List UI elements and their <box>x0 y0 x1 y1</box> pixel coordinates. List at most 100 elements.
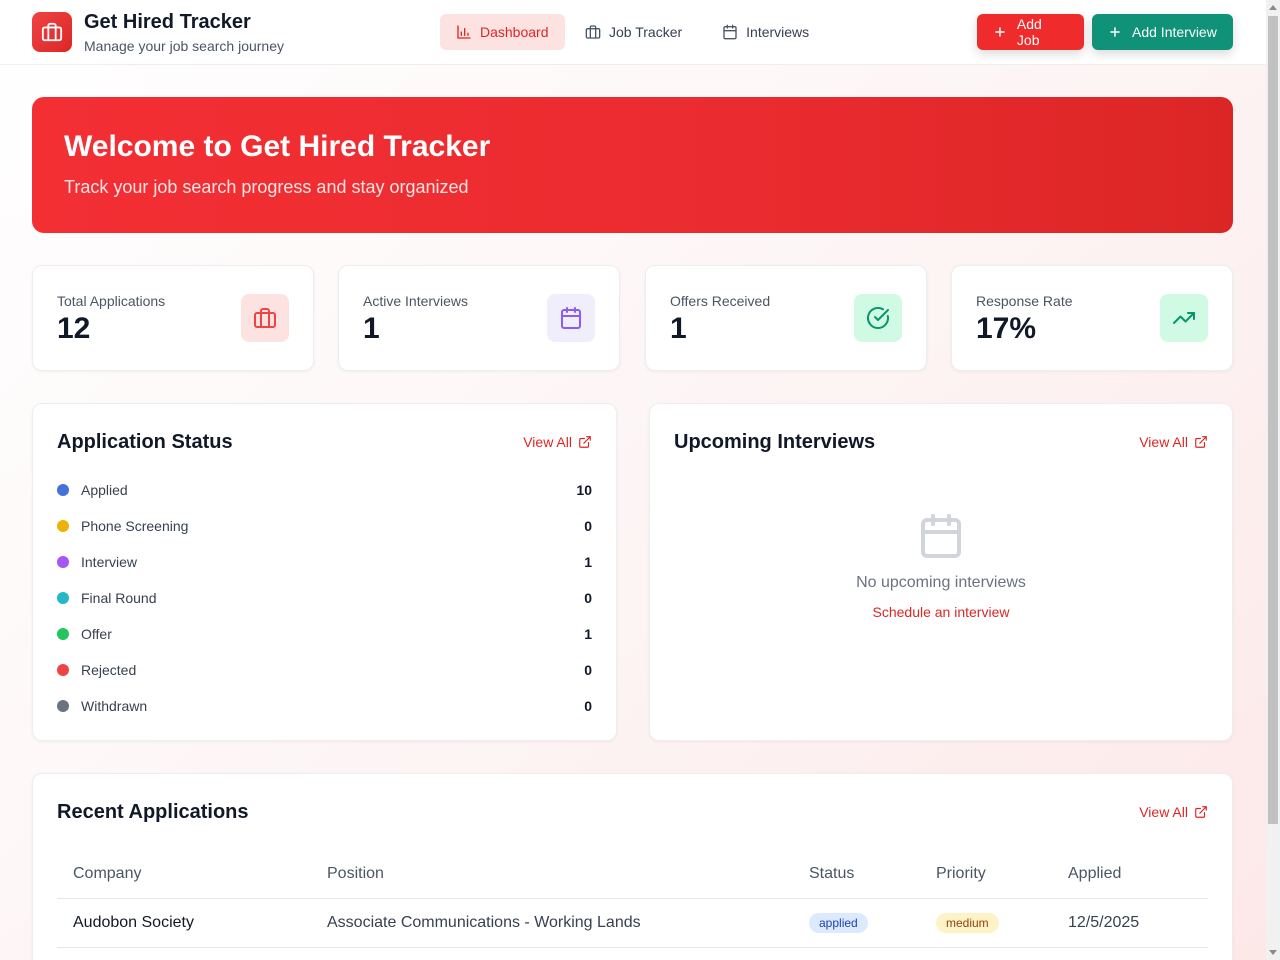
panel-title: Upcoming Interviews <box>674 431 876 453</box>
scroll-up-arrow-icon[interactable] <box>1269 5 1277 10</box>
nav-dashboard-label: Dashboard <box>480 24 549 40</box>
welcome-title: Welcome to Get Hired Tracker <box>64 130 491 163</box>
status-name: Withdrawn <box>81 698 148 714</box>
status-row-rejected: Rejected 0 <box>57 660 592 680</box>
stat-value: 1 <box>670 312 687 345</box>
welcome-banner: Welcome to Get Hired Tracker Track your … <box>32 97 1233 233</box>
stat-card-offers-received: Offers Received 1 <box>645 265 927 371</box>
column-header: Status <box>793 850 920 899</box>
add-job-label: Add Job <box>1016 16 1042 48</box>
stat-label: Offers Received <box>670 293 771 309</box>
briefcase-icon <box>241 294 289 342</box>
column-header: Company <box>57 850 311 899</box>
nav-dashboard[interactable]: Dashboard <box>440 14 565 50</box>
position-cell: Associate Communications - Working Lands <box>311 898 793 948</box>
bar-chart-icon <box>457 25 471 39</box>
column-header: Priority <box>920 850 1052 899</box>
status-count: 0 <box>584 518 592 534</box>
status-dot <box>57 628 69 640</box>
table-header-row: Company Position Status Priority Applied <box>57 850 1208 899</box>
view-all-label: View All <box>523 434 572 450</box>
external-link-icon <box>1195 436 1207 448</box>
status-name: Applied <box>81 482 128 498</box>
status-dot <box>57 520 69 532</box>
external-link-icon <box>1195 806 1207 818</box>
stat-card-total-applications: Total Applications 12 <box>32 265 314 371</box>
status-name: Offer <box>81 626 112 642</box>
status-dot <box>57 592 69 604</box>
plus-icon <box>995 27 1005 37</box>
view-all-link[interactable]: View All <box>523 434 592 450</box>
check-circle-icon <box>854 294 902 342</box>
view-all-label: View All <box>1139 804 1188 820</box>
main-nav: Dashboard Job Tracker Interviews <box>440 14 825 50</box>
calendar-icon <box>547 294 595 342</box>
calendar-icon <box>723 24 737 40</box>
schedule-interview-link[interactable]: Schedule an interview <box>873 604 1010 620</box>
status-badge: applied <box>809 912 868 933</box>
status-dot <box>57 484 69 496</box>
empty-text: No upcoming interviews <box>856 574 1026 591</box>
table-row[interactable]: Audobon Society Associate Communications… <box>57 898 1208 948</box>
nav-interviews[interactable]: Interviews <box>706 14 825 50</box>
applied-date-cell: 12/5/2025 <box>1052 898 1208 948</box>
nav-interviews-label: Interviews <box>746 24 810 40</box>
empty-state: No upcoming interviews Schedule an inter… <box>650 512 1232 620</box>
nav-job-tracker[interactable]: Job Tracker <box>573 14 698 50</box>
status-row-interview: Interview 1 <box>57 552 592 572</box>
application-status-panel: Application Status View All Applied 10 P… <box>32 403 617 741</box>
priority-badge: medium <box>936 912 999 933</box>
briefcase-icon <box>32 12 72 52</box>
stat-card-response-rate: Response Rate 17% <box>951 265 1233 371</box>
app-title: Get Hired Tracker <box>84 11 251 33</box>
status-dot <box>57 664 69 676</box>
status-dot <box>57 700 69 712</box>
status-row-withdrawn: Withdrawn 0 <box>57 696 592 716</box>
nav-job-tracker-label: Job Tracker <box>609 24 683 40</box>
scrollbar-thumb[interactable] <box>1268 16 1278 824</box>
status-name: Phone Screening <box>81 518 189 534</box>
status-name: Final Round <box>81 590 157 606</box>
app-header: Get Hired Tracker Manage your job search… <box>0 0 1266 65</box>
view-all-link[interactable]: View All <box>1139 804 1208 820</box>
view-all-label: View All <box>1139 434 1188 450</box>
column-header: Position <box>311 850 793 899</box>
stat-label: Response Rate <box>976 293 1073 309</box>
external-link-icon <box>579 436 591 448</box>
stat-label: Total Applications <box>57 293 166 309</box>
app-subtitle: Manage your job search journey <box>84 38 285 54</box>
stat-value: 17% <box>976 312 1037 345</box>
panel-title: Application Status <box>57 431 233 453</box>
status-row-offer: Offer 1 <box>57 624 592 644</box>
status-count: 0 <box>584 590 592 606</box>
stat-card-active-interviews: Active Interviews 1 <box>338 265 620 371</box>
calendar-icon <box>921 514 961 558</box>
status-count: 0 <box>584 698 592 714</box>
page-scrollbar[interactable] <box>1266 0 1280 960</box>
status-count: 10 <box>576 482 592 498</box>
upcoming-interviews-panel: Upcoming Interviews View All No upcoming… <box>649 403 1233 741</box>
plus-icon <box>1110 27 1120 37</box>
status-dot <box>57 556 69 568</box>
status-name: Interview <box>81 554 138 570</box>
priority-cell: medium <box>920 898 1052 948</box>
panel-title: Recent Applications <box>57 801 249 823</box>
add-interview-label: Add Interview <box>1132 24 1217 40</box>
status-row-phone-screening: Phone Screening 0 <box>57 516 592 536</box>
add-interview-button[interactable]: Add Interview <box>1092 14 1233 50</box>
scroll-down-arrow-icon[interactable] <box>1269 950 1277 955</box>
briefcase-icon <box>585 25 601 39</box>
stat-label: Active Interviews <box>363 293 469 309</box>
add-job-button[interactable]: Add Job <box>977 14 1084 50</box>
column-header: Applied <box>1052 850 1208 899</box>
recent-applications-panel: Recent Applications View All Company Pos… <box>32 773 1233 960</box>
stat-value: 1 <box>363 312 380 345</box>
status-name: Rejected <box>81 662 137 678</box>
status-row-final-round: Final Round 0 <box>57 588 592 608</box>
status-count: 1 <box>584 626 592 642</box>
status-cell: applied <box>793 898 920 948</box>
recent-applications-table: Company Position Status Priority Applied… <box>57 850 1208 948</box>
view-all-link[interactable]: View All <box>1139 434 1208 450</box>
welcome-subtitle: Track your job search progress and stay … <box>64 177 469 197</box>
stat-value: 12 <box>57 312 91 345</box>
